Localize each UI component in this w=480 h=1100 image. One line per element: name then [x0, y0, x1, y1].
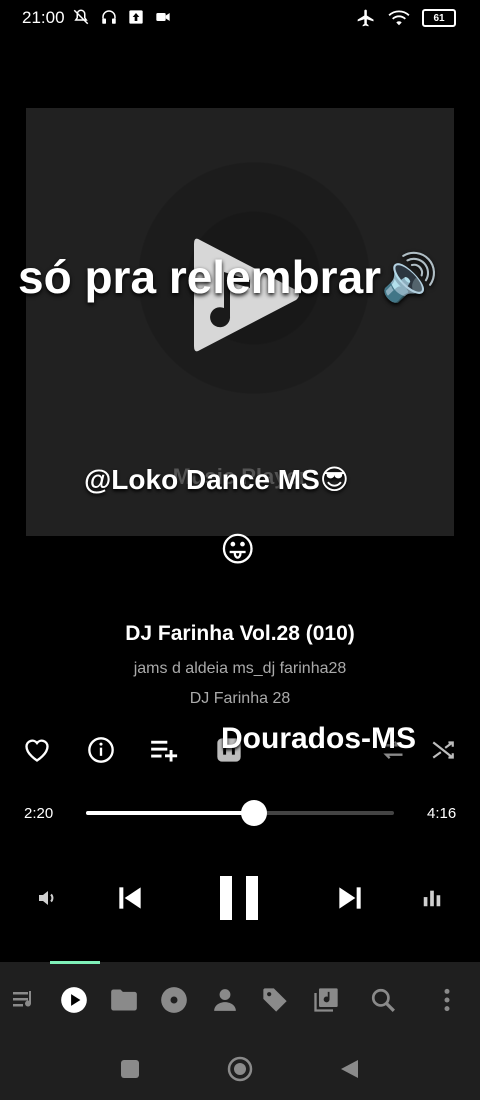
upload-icon [129, 10, 143, 24]
volume-button[interactable] [34, 884, 62, 912]
recents-button[interactable] [120, 1059, 140, 1079]
more-icon [444, 988, 450, 1012]
volume-icon [39, 891, 54, 905]
folder-icon [111, 989, 137, 1011]
add-to-playlist-button[interactable] [149, 734, 181, 766]
track-title: DJ Farinha Vol.28 (010) [125, 622, 355, 645]
info-icon [88, 737, 114, 763]
nav-albums[interactable] [158, 984, 190, 1016]
status-icons-right: 61 [356, 8, 456, 28]
skip-next-icon [339, 887, 361, 909]
shuffle-button[interactable] [427, 734, 459, 766]
favorite-button[interactable] [21, 734, 53, 766]
battery-icon: 61 [422, 9, 456, 27]
headphones-icon [102, 10, 116, 24]
overlay-text-2: @Loko Dance MS😎 [84, 464, 349, 495]
home-button[interactable] [227, 1056, 253, 1082]
overlay-text-1: só pra relembrar🔊 [18, 251, 439, 303]
now-playing-icon [61, 987, 87, 1013]
heart-icon [25, 739, 49, 762]
total-time: 4:16 [427, 805, 457, 822]
playlist-icon [314, 988, 338, 1012]
nav-queue[interactable] [9, 984, 41, 1016]
wifi-icon [388, 10, 410, 26]
status-icons-left [72, 8, 172, 26]
tag-icon [263, 988, 287, 1012]
video-camera-icon [156, 13, 170, 21]
nav-folders[interactable] [108, 984, 140, 1016]
back-button[interactable] [338, 1058, 360, 1080]
previous-button[interactable] [112, 880, 148, 916]
next-button[interactable] [332, 880, 368, 916]
shuffle-icon [432, 741, 454, 759]
status-bar: 21:00 61 [0, 0, 480, 36]
overlay-emoji: 😛 [220, 531, 256, 569]
elapsed-time: 2:20 [24, 805, 54, 822]
queue-icon [13, 991, 32, 1007]
nav-playlists[interactable] [310, 984, 342, 1016]
pause-icon [220, 876, 258, 920]
skip-previous-icon [119, 887, 141, 909]
mute-notifications-icon [73, 9, 89, 25]
back-icon [341, 1060, 358, 1078]
home-icon [227, 1056, 253, 1082]
pause-button[interactable] [214, 872, 266, 924]
seek-bar-thumb[interactable] [241, 800, 267, 826]
info-button[interactable] [85, 734, 117, 766]
nav-active-indicator [50, 961, 100, 964]
seek-bar-progress [86, 811, 254, 815]
nav-genres[interactable] [259, 984, 291, 1016]
search-icon [371, 988, 395, 1012]
overlay-text-4: Dourados-MS [221, 722, 416, 755]
recents-icon [121, 1060, 139, 1078]
track-artist[interactable]: jams d aldeia ms_dj farinha28 [0, 660, 480, 678]
visualizer-button[interactable] [418, 884, 446, 912]
bar-chart-icon [423, 890, 441, 907]
add-to-playlist-icon [151, 740, 178, 762]
status-time: 21:00 [22, 8, 65, 27]
track-album[interactable]: DJ Farinha 28 [0, 690, 480, 708]
nav-now-playing[interactable] [58, 984, 90, 1016]
nav-more[interactable] [431, 984, 463, 1016]
artist-icon [214, 989, 236, 1011]
nav-artists[interactable] [209, 984, 241, 1016]
airplane-icon [357, 9, 374, 27]
nav-search[interactable] [367, 984, 399, 1016]
album-icon [161, 987, 187, 1013]
